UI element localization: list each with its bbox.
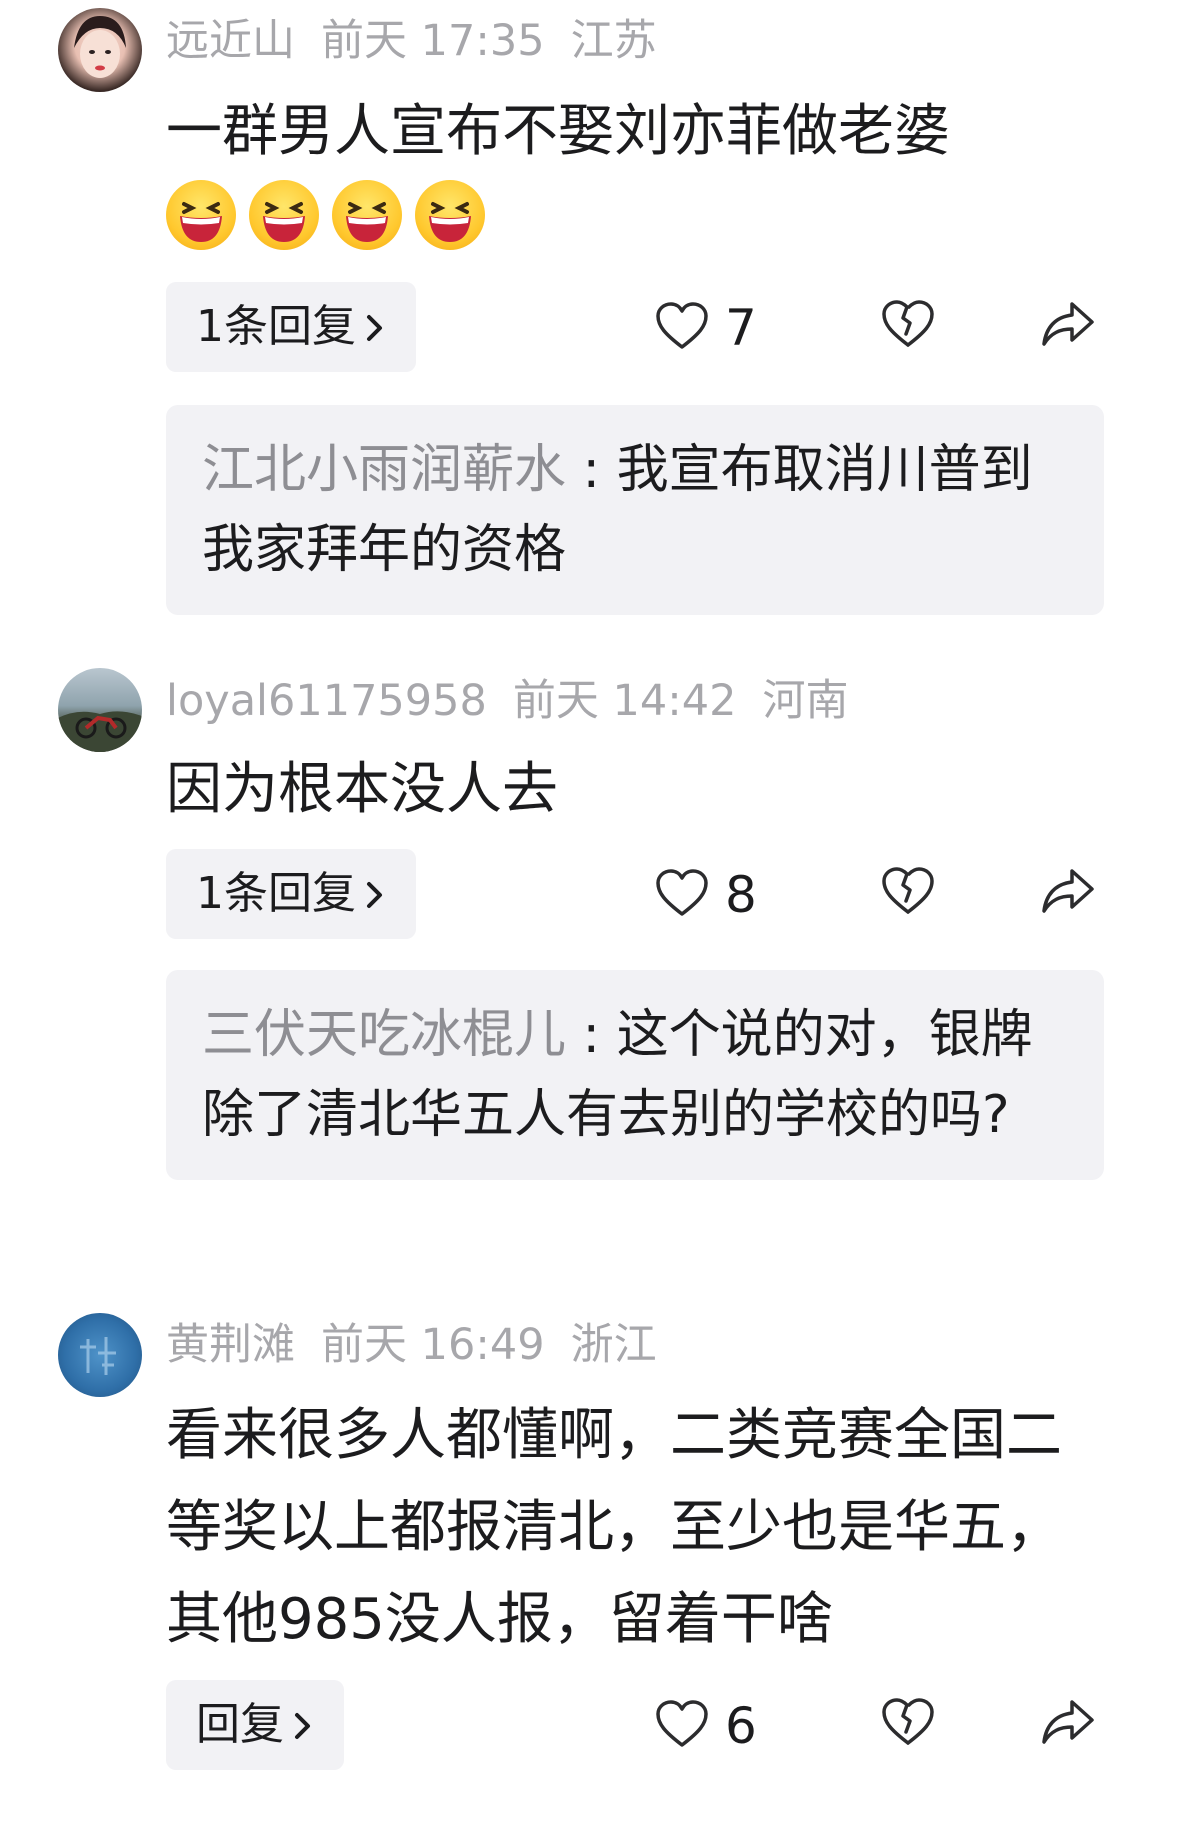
heart-outline-icon xyxy=(655,301,709,355)
comment-text: 因为根本没人去 xyxy=(166,757,558,822)
emoji-row xyxy=(166,180,498,250)
dislike-button[interactable] xyxy=(880,865,936,925)
chevron-right-icon xyxy=(364,851,386,941)
comment-meta: 黄荆滩 前天 16:49 浙江 xyxy=(166,1320,683,1370)
like-button[interactable]: 7 xyxy=(655,298,757,358)
like-button[interactable]: 6 xyxy=(655,1696,757,1756)
dislike-button[interactable] xyxy=(880,1696,936,1756)
reply-count-label: 1条回复 xyxy=(196,868,356,919)
avatar[interactable] xyxy=(58,1313,142,1397)
reply-preview[interactable]: 江北小雨润蕲水 : 我宣布取消川普到我家拜年的资格 xyxy=(166,405,1104,615)
heart-outline-icon xyxy=(655,1699,709,1753)
view-replies-button[interactable]: 回复 xyxy=(166,1680,344,1770)
laughing-emoji xyxy=(415,180,485,250)
avatar[interactable] xyxy=(58,668,142,752)
location: 江苏 xyxy=(570,16,657,66)
timestamp: 前天 16:49 xyxy=(321,1320,545,1370)
location: 浙江 xyxy=(570,1320,657,1370)
username[interactable]: 远近山 xyxy=(166,16,295,66)
chevron-right-icon xyxy=(364,284,386,374)
reply-separator: : xyxy=(566,1005,617,1065)
username[interactable]: loyal61175958 xyxy=(166,676,487,726)
reply-preview[interactable]: 三伏天吃冰棍儿 : 这个说的对，银牌除了清北华五人有去别的学校的吗? xyxy=(166,970,1104,1180)
view-replies-button[interactable]: 1条回复 xyxy=(166,849,416,939)
location: 河南 xyxy=(762,676,849,726)
reply-username[interactable]: 江北小雨润蕲水 xyxy=(202,440,566,500)
username[interactable]: 黄荆滩 xyxy=(166,1320,295,1370)
chevron-right-icon xyxy=(292,1682,314,1772)
laughing-emoji xyxy=(166,180,236,250)
share-button[interactable] xyxy=(1040,1696,1096,1756)
reply-separator: : xyxy=(566,440,617,500)
like-count: 6 xyxy=(725,1697,757,1755)
reply-label: 回复 xyxy=(196,1699,284,1750)
reply-username[interactable]: 三伏天吃冰棍儿 xyxy=(202,1005,566,1065)
avatar[interactable] xyxy=(58,8,142,92)
reply-count-label: 1条回复 xyxy=(196,301,356,352)
like-count: 7 xyxy=(725,299,757,357)
timestamp: 前天 14:42 xyxy=(512,676,737,726)
laughing-emoji xyxy=(332,180,402,250)
like-count: 8 xyxy=(725,866,757,924)
view-replies-button[interactable]: 1条回复 xyxy=(166,282,416,372)
dislike-button[interactable] xyxy=(880,298,936,358)
broken-heart-icon xyxy=(880,300,936,354)
share-arrow-icon xyxy=(1040,302,1096,354)
share-arrow-icon xyxy=(1040,1700,1096,1752)
broken-heart-icon xyxy=(880,1698,936,1752)
heart-outline-icon xyxy=(655,868,709,922)
share-arrow-icon xyxy=(1040,869,1096,921)
broken-heart-icon xyxy=(880,867,936,921)
laughing-emoji xyxy=(249,180,319,250)
timestamp: 前天 17:35 xyxy=(321,16,545,66)
comment-text: 看来很多人都懂啊，二类竞赛全国二等奖以上都报清北，至少也是华五，其他985没人报… xyxy=(166,1403,1062,1652)
share-button[interactable] xyxy=(1040,298,1096,358)
comment-meta: 远近山 前天 17:35 江苏 xyxy=(166,16,683,66)
comment-text: 一群男人宣布不娶刘亦菲做老婆 xyxy=(166,99,950,164)
comment-meta: loyal61175958 前天 14:42 河南 xyxy=(166,676,874,726)
share-button[interactable] xyxy=(1040,865,1096,925)
like-button[interactable]: 8 xyxy=(655,865,757,925)
